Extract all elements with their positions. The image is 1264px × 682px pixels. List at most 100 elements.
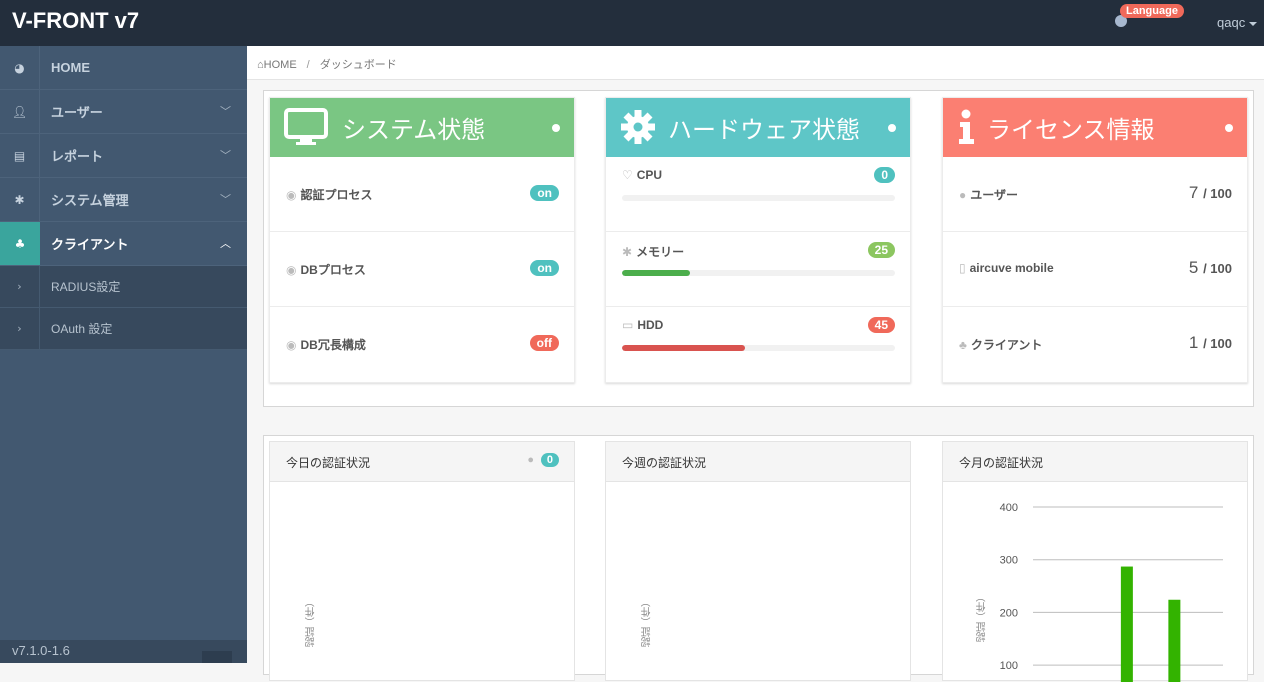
license-row-label: aircuve mobile [969, 261, 1054, 275]
heart-icon: ♡ [622, 168, 633, 182]
status-dot [1225, 124, 1233, 132]
y-tick-label: 100 [1000, 660, 1018, 672]
sidebar-subitem-radius[interactable]: › RADIUS設定 [0, 266, 247, 308]
y-tick-label: 200 [1000, 607, 1018, 619]
week-stats-card: 今週の認証状況 認証（件） [605, 441, 911, 681]
y-tick-label: 400 [1000, 502, 1018, 514]
license-total: / 100 [1203, 261, 1232, 276]
license-row: ♣ クライアント 1 / 100 [943, 307, 1247, 382]
license-used: 7 [1188, 183, 1199, 202]
status-row-label: 認証プロセス [300, 188, 373, 202]
hardware-status-header: ハードウェア状態 [606, 98, 910, 157]
sidebar: ◕ HOME 👤︎ ユーザー ﹀ ▤ レポート ﹀ ✱ システム管理 ﹀ ♣ ク… [0, 46, 247, 663]
license-used: 5 [1188, 258, 1199, 277]
gear-icon: ✱ [0, 178, 40, 221]
dashboard-icon: ◕ [0, 46, 40, 89]
hardware-row-label: CPU [636, 168, 663, 182]
sidebar-item-label: システム管理 [51, 193, 129, 208]
breadcrumb: ⌂HOME / ダッシュボード [247, 46, 1264, 80]
hdd-progress [622, 345, 895, 351]
status-dot [552, 124, 560, 132]
system-status-header: システム状態 [270, 98, 574, 157]
sitemap-icon: ♣ [959, 338, 967, 352]
cpu-badge: 0 [874, 167, 895, 183]
gear-icon: ✱ [622, 245, 633, 259]
eye-icon: ◉ [286, 338, 297, 352]
y-axis-label: 認証（件） [306, 597, 317, 647]
breadcrumb-home[interactable]: HOME [264, 59, 297, 71]
sidebar-item-label: クライアント [51, 237, 129, 252]
status-badge: on [530, 260, 559, 276]
memory-progress [622, 270, 895, 276]
hdd-badge: 45 [867, 317, 895, 333]
home-icon: ⌂ [257, 59, 264, 71]
sidebar-subitem-oauth[interactable]: › OAuth 設定 [0, 308, 247, 350]
month-chart: 400 300 200 100 [1000, 502, 1223, 682]
hardware-row-memory: ✱ メモリー 25 [606, 232, 910, 307]
user-menu[interactable]: qaqc [1217, 15, 1258, 30]
system-status-card: システム状態 ◉ 認証プロセス on ◉ DBプロセス on ◉ DB冗長構成 off [269, 97, 575, 383]
chevron-up-icon: ︿ [220, 237, 231, 250]
today-count-badge: 0 [540, 453, 559, 467]
status-row: ◉ 認証プロセス on [270, 157, 574, 232]
status-row-label: DBプロセス [300, 263, 366, 277]
scroll-top-button[interactable] [202, 651, 232, 663]
cpu-progress [622, 195, 895, 201]
status-row: ◉ DB冗長構成 off [270, 307, 574, 382]
hardware-status-title: ハードウェア状態 [668, 116, 860, 144]
license-row: ● ユーザー 7 / 100 [943, 157, 1247, 232]
language-button[interactable]: Language [1120, 4, 1184, 18]
sitemap-icon: ♣ [0, 222, 40, 265]
y-tick-label: 300 [1000, 555, 1018, 567]
sidebar-item-users[interactable]: 👤︎ ユーザー ﹀ [0, 90, 247, 134]
hdd-icon: ▭ [622, 318, 634, 332]
sidebar-item-label: レポート [51, 149, 104, 164]
hdd-progress-fill [622, 345, 745, 351]
status-badge: off [529, 335, 559, 351]
today-stats-title: 今日の認証状況 [286, 456, 371, 470]
eye-icon: ◉ [286, 188, 297, 202]
license-total: / 100 [1203, 336, 1232, 351]
user-name: qaqc [1217, 15, 1246, 30]
sidebar-item-system[interactable]: ✱ システム管理 ﹀ [0, 178, 247, 222]
hardware-row-label: HDD [637, 318, 664, 332]
chevron-down-icon: ﹀ [220, 193, 231, 206]
license-used: 1 [1188, 333, 1199, 352]
sidebar-item-home[interactable]: ◕ HOME [0, 46, 247, 90]
system-status-title: システム状態 [342, 116, 486, 144]
mobile-icon: ▯ [959, 261, 966, 275]
breadcrumb-separator: / [306, 59, 310, 71]
sidebar-subitem-label: OAuth 設定 [51, 322, 113, 336]
status-dot [888, 124, 896, 132]
user-icon: ● [527, 454, 534, 466]
week-stats-title: 今週の認証状況 [622, 456, 707, 470]
month-stats-title: 今月の認証状況 [959, 456, 1044, 470]
hardware-row-label: メモリー [636, 245, 685, 259]
license-info-title: ライセンス情報 [987, 116, 1155, 144]
bar[interactable] [1168, 599, 1181, 682]
chevron-down-icon: ﹀ [220, 149, 231, 162]
breadcrumb-current: ダッシュボード [319, 59, 397, 71]
hardware-row-cpu: ♡ CPU 0 [606, 157, 910, 232]
user-icon: ● [959, 188, 967, 202]
license-row-label: クライアント [970, 338, 1043, 352]
hardware-row-hdd: ▭ HDD 45 [606, 307, 910, 382]
status-row: ◉ DBプロセス on [270, 232, 574, 307]
sidebar-item-label: HOME [51, 60, 90, 75]
status-row-label: DB冗長構成 [300, 338, 366, 352]
bar[interactable] [1120, 566, 1133, 682]
memory-badge: 25 [867, 242, 895, 258]
sidebar-item-client[interactable]: ♣ クライアント ︿ [0, 222, 247, 266]
memory-progress-fill [622, 270, 691, 276]
user-icon: 👤︎ [0, 90, 40, 133]
sidebar-item-report[interactable]: ▤ レポート ﹀ [0, 134, 247, 178]
app-title[interactable]: V-FRONT v7 [12, 8, 139, 34]
monitor-icon [284, 108, 328, 145]
sidebar-item-label: ユーザー [51, 105, 103, 120]
license-info-header: ライセンス情報 [943, 98, 1247, 157]
status-badge: on [530, 185, 559, 201]
license-row-label: ユーザー [970, 188, 1019, 202]
caret-down-icon [1249, 21, 1258, 26]
gear-icon [621, 110, 655, 144]
chevron-down-icon: ﹀ [220, 105, 231, 118]
